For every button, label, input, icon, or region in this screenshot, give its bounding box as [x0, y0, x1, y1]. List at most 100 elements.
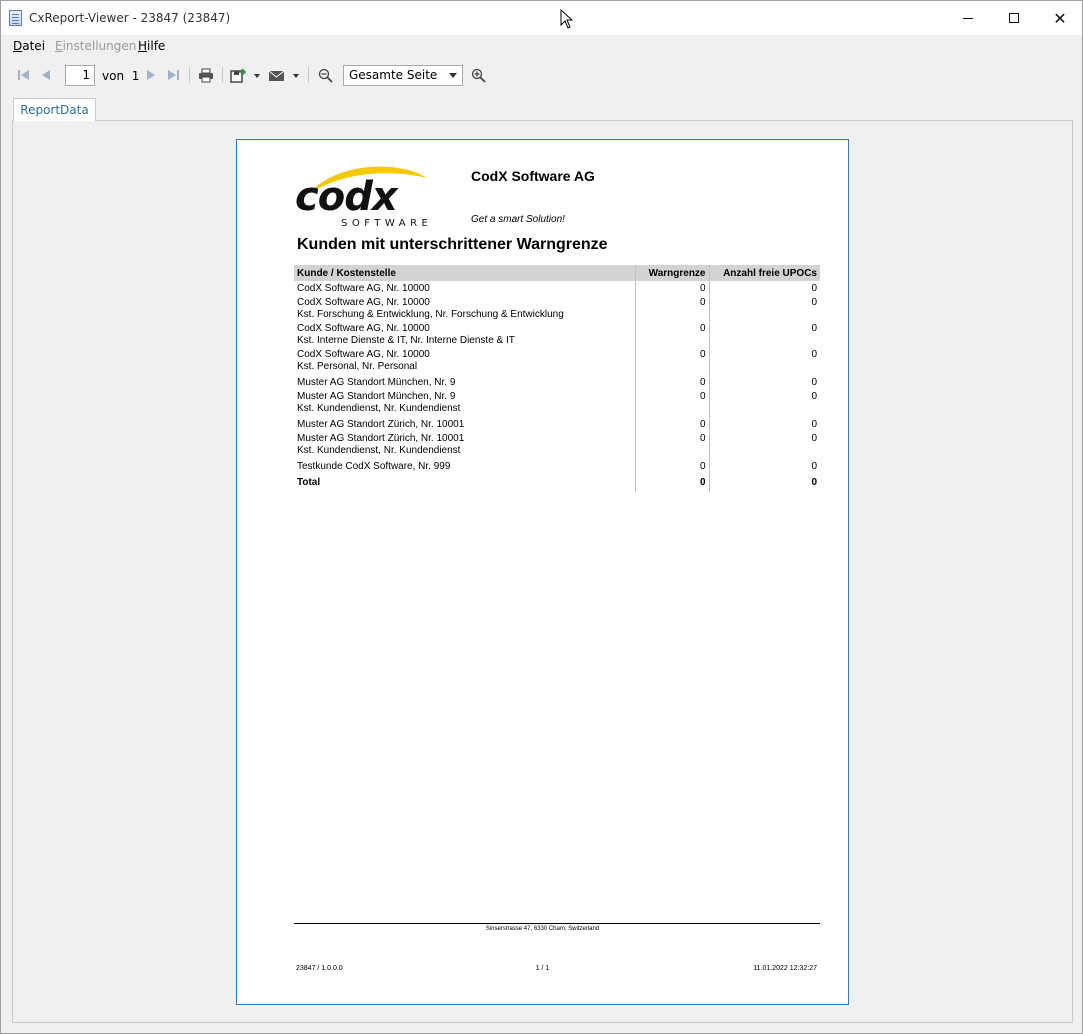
page-of-label: von 1	[102, 69, 139, 83]
zoom-out-button[interactable]	[315, 65, 335, 85]
maximize-icon	[1009, 13, 1019, 23]
email-button[interactable]	[267, 65, 303, 85]
mouse-cursor-icon	[560, 9, 573, 29]
close-button[interactable]: ✕	[1037, 1, 1083, 35]
export-button[interactable]	[228, 65, 264, 85]
customer-cell: CodX Software AG, Nr. 10000 Kst. Interne …	[294, 321, 635, 347]
cost-center: Kst. Interne Dienste & IT, Nr. Interne D…	[297, 335, 515, 346]
page-number-input[interactable]: 1	[65, 65, 95, 86]
title-bar: CxReport-Viewer - 23847 (23847) ✕	[1, 1, 1082, 35]
upocs-cell: 0	[708, 295, 820, 321]
customer-name: CodX Software AG, Nr. 10000	[297, 349, 430, 360]
email-icon	[268, 70, 299, 81]
menu-hilfe[interactable]: Hilfe	[138, 39, 165, 53]
customer-name: CodX Software AG, Nr. 10000	[297, 297, 430, 308]
zoom-out-icon	[318, 68, 333, 83]
total-pages: 1	[131, 69, 140, 83]
codx-logo: codx SOFTWARE	[295, 166, 432, 229]
toolbar-separator	[222, 67, 223, 83]
customer-cell: CodX Software AG, Nr. 10000	[294, 281, 635, 295]
table-row: Muster AG Standort München, Nr. 9 00	[294, 373, 820, 389]
customer-cell: Testkunde CodX Software, Nr. 999	[294, 457, 635, 473]
report-page: codx SOFTWARE CodX Software AG Get a sma…	[236, 139, 849, 1005]
customer-name: Muster AG Standort München, Nr. 9	[297, 391, 456, 402]
warngrenze-cell: 0	[634, 415, 709, 431]
warngrenze-cell: 0	[634, 389, 709, 415]
warngrenze-cell: 0	[634, 373, 709, 389]
upocs-cell: 0	[708, 373, 820, 389]
upocs-cell: 0	[708, 457, 820, 473]
cost-center: Kst. Kundendienst, Nr. Kundendienst	[297, 403, 461, 414]
customer-name: CodX Software AG, Nr. 10000	[297, 323, 430, 334]
menu-datei[interactable]: Datei	[13, 39, 45, 53]
report-table-body: CodX Software AG, Nr. 10000 0 0 CodX Softwa…	[294, 281, 820, 492]
report-table: Kunde / Kostenstelle Warngrenze Anzahl f…	[294, 265, 820, 492]
next-page-icon	[147, 70, 155, 80]
footer-timestamp: 11.01.2022 12:32:27	[753, 965, 817, 972]
zoom-value: Gesamte Seite	[349, 68, 438, 82]
upocs-cell: 0	[708, 321, 820, 347]
cost-center: Kst. Kundendienst, Nr. Kundendienst	[297, 445, 461, 456]
cost-center: Kst. Forschung & Entwicklung, Nr. Forsch…	[297, 309, 564, 320]
menu-bar: Datei Einstellungen Hilfe	[1, 37, 1082, 57]
table-row: CodX Software AG, Nr. 10000 0 0	[294, 281, 820, 295]
warngrenze-cell: 0	[634, 431, 709, 457]
close-icon: ✕	[1053, 8, 1067, 28]
customer-name: Testkunde CodX Software, Nr. 999	[297, 461, 451, 472]
customer-name: Muster AG Standort Zürich, Nr. 10001	[297, 419, 465, 430]
upocs-cell: 0	[708, 347, 820, 373]
previous-page-icon	[42, 70, 50, 80]
upocs-cell: 0	[708, 415, 820, 431]
upocs-cell: 0	[708, 281, 820, 295]
toolbar-separator	[308, 67, 309, 83]
table-row: Muster AG Standort Zürich, Nr. 10001 Kst.…	[294, 431, 820, 457]
customer-cell: Muster AG Standort Zürich, Nr. 10001	[294, 415, 635, 431]
last-page-icon	[168, 70, 179, 80]
total-warngrenze: 0	[634, 473, 709, 492]
company-address: Sinserstrasse 47, 6330 Cham, Switzerland	[485, 926, 600, 932]
total-row: Total 0 0	[294, 473, 820, 492]
table-row: Muster AG Standort München, Nr. 9 Kst. Ku…	[294, 389, 820, 415]
warngrenze-cell: 0	[634, 321, 709, 347]
warngrenze-cell: 0	[634, 457, 709, 473]
table-row: Testkunde CodX Software, Nr. 999 0 0	[294, 457, 820, 473]
first-page-icon	[18, 70, 29, 80]
zoom-in-icon	[471, 68, 486, 83]
total-upocs: 0	[708, 473, 820, 492]
customer-cell: CodX Software AG, Nr. 10000 Kst. Forschun…	[294, 295, 635, 321]
customer-cell: Muster AG Standort Zürich, Nr. 10001 Kst.…	[294, 431, 635, 457]
tagline: Get a smart Solution!	[471, 214, 565, 225]
svg-text:codx: codx	[295, 174, 399, 220]
window-title: CxReport-Viewer - 23847 (23847)	[29, 11, 231, 25]
tab-reportdata[interactable]: ReportData	[13, 98, 96, 121]
customer-cell: Muster AG Standort München, Nr. 9	[294, 373, 635, 389]
zoom-in-button[interactable]	[468, 65, 488, 85]
minimize-button[interactable]	[945, 1, 991, 35]
column-header: Kunde / Kostenstelle	[294, 265, 635, 281]
minimize-icon	[963, 17, 973, 19]
column-header: Anzahl freie UPOCs	[708, 265, 820, 281]
menu-einstellungen[interactable]: Einstellungen	[55, 39, 136, 53]
print-button[interactable]	[196, 65, 216, 85]
toolbar: 1 von 1 Gesamte Seite	[1, 61, 1082, 89]
first-page-button[interactable]	[15, 65, 33, 85]
next-page-button[interactable]	[142, 65, 160, 85]
customer-name: CodX Software AG, Nr. 10000	[297, 283, 430, 294]
app-window: CxReport-Viewer - 23847 (23847) ✕ Datei …	[0, 0, 1083, 1034]
warngrenze-cell: 0	[634, 281, 709, 295]
upocs-cell: 0	[708, 431, 820, 457]
export-icon	[230, 67, 260, 83]
table-row: CodX Software AG, Nr. 10000 Kst. Forschun…	[294, 295, 820, 321]
cost-center: Kst. Personal, Nr. Personal	[297, 361, 418, 372]
column-header: Warngrenze	[634, 265, 709, 281]
zoom-select[interactable]: Gesamte Seite	[343, 65, 463, 86]
maximize-button[interactable]	[991, 1, 1037, 35]
last-page-button[interactable]	[164, 65, 182, 85]
footer-divider	[294, 923, 820, 924]
company-name: CodX Software AG	[471, 168, 595, 184]
customer-cell: CodX Software AG, Nr. 10000 Kst. Personal…	[294, 347, 635, 373]
svg-text:SOFTWARE: SOFTWARE	[341, 218, 432, 229]
warngrenze-cell: 0	[634, 347, 709, 373]
table-row: CodX Software AG, Nr. 10000 Kst. Interne …	[294, 321, 820, 347]
previous-page-button[interactable]	[37, 65, 55, 85]
